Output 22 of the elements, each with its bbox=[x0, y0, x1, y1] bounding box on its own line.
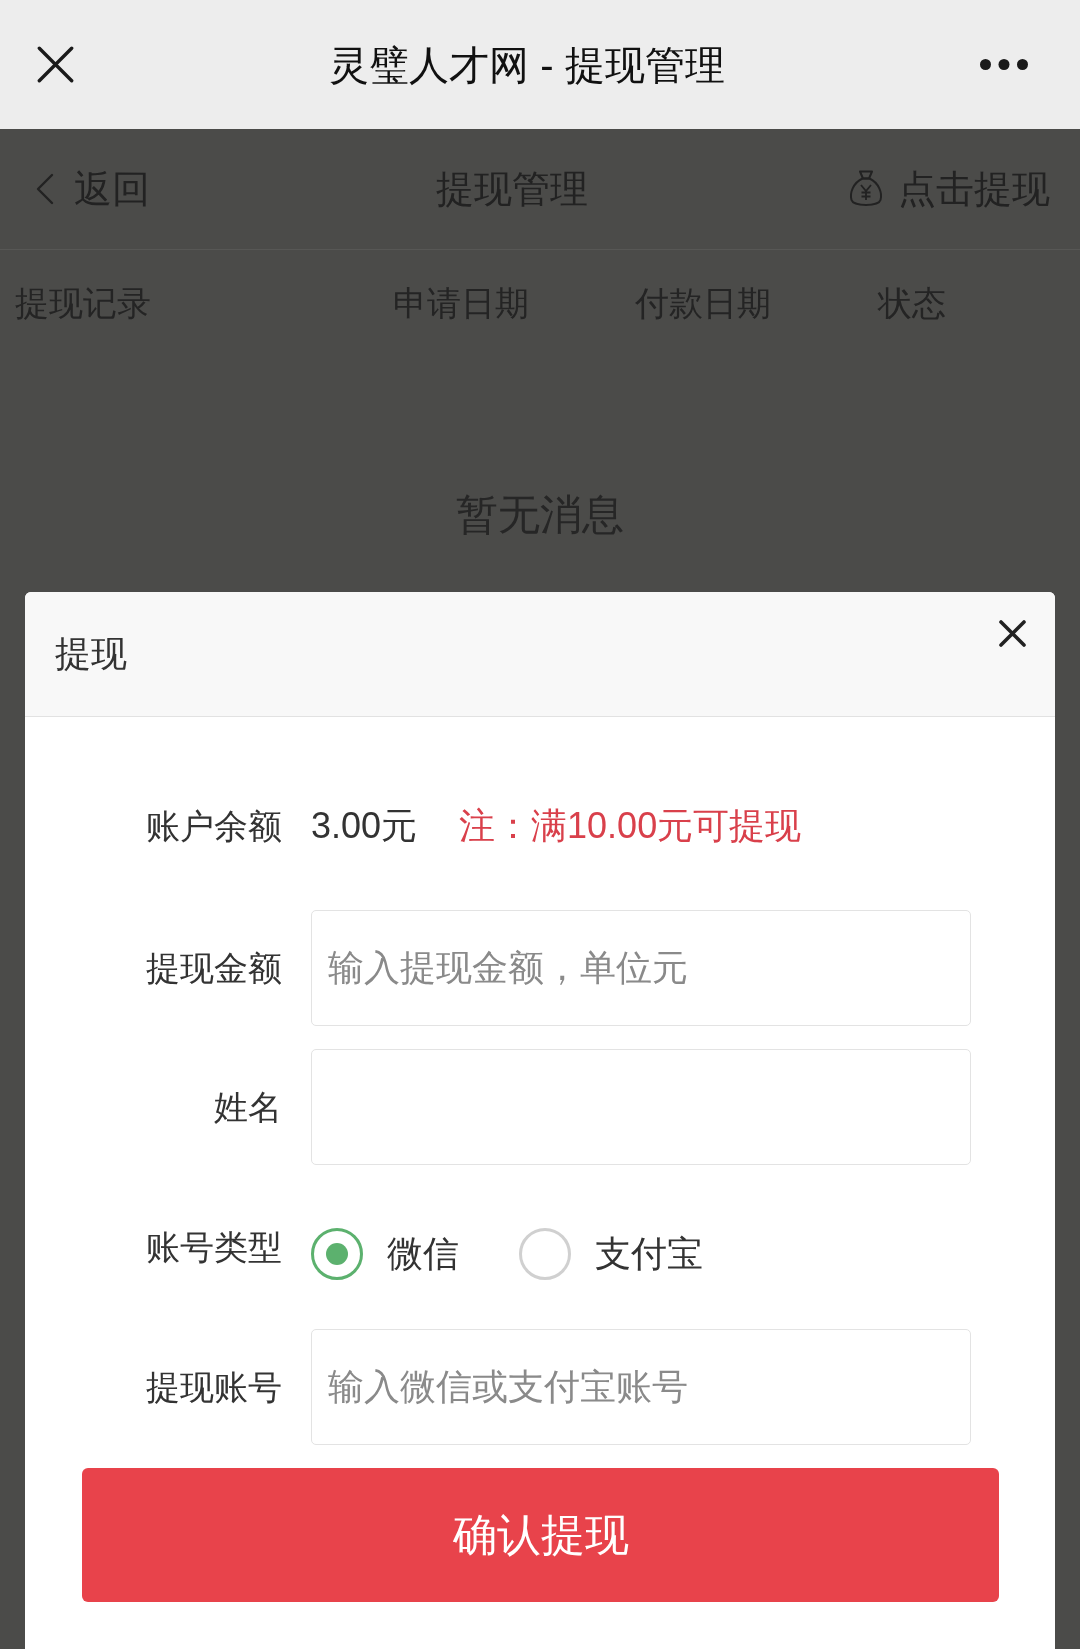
input-field[interactable]: 输入微信或支付宝账号 bbox=[311, 1329, 971, 1445]
dialog-title: 提现 bbox=[54, 632, 127, 676]
field-label: 提现账号 bbox=[145, 1367, 282, 1408]
balance-value: 3.00元 bbox=[311, 804, 418, 848]
withdraw-note: 注：满10.00元可提现 bbox=[459, 804, 802, 848]
more-icon[interactable] bbox=[980, 59, 1028, 70]
radio-button[interactable] bbox=[519, 1228, 571, 1280]
field-label: 提现金额 bbox=[145, 948, 282, 989]
radio-button[interactable] bbox=[311, 1228, 363, 1280]
close-icon[interactable] bbox=[37, 46, 74, 83]
field-label: 账号类型 bbox=[145, 1227, 282, 1268]
confirm-button[interactable]: 确认提现 bbox=[82, 1468, 999, 1602]
radio-label: 微信 bbox=[387, 1232, 459, 1276]
field-label: 账户余额 bbox=[145, 806, 282, 847]
field-label: 姓名 bbox=[213, 1087, 282, 1128]
radio-label: 支付宝 bbox=[595, 1232, 703, 1276]
input-field[interactable]: 输入提现金额，单位元 bbox=[311, 910, 971, 1026]
chevron-left-icon bbox=[36, 173, 54, 205]
money-bag-icon bbox=[848, 170, 884, 208]
input-field[interactable] bbox=[311, 1049, 971, 1165]
window-title: 灵璧人才网 - 提现管理 bbox=[328, 41, 726, 89]
close-icon[interactable] bbox=[999, 620, 1026, 647]
